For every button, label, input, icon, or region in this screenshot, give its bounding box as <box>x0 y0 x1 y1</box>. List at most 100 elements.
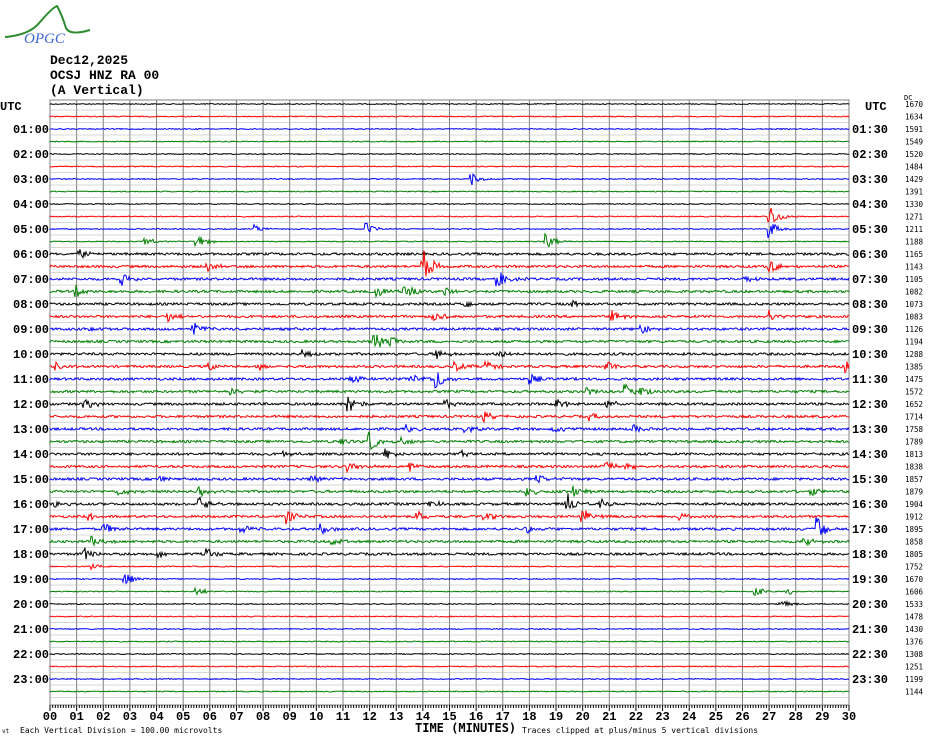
dc-offset-label: 1391 <box>905 188 923 197</box>
x-tick-label: 07 <box>229 710 243 724</box>
dc-offset-label: 1752 <box>905 563 923 572</box>
right-hour-label: 22:30 <box>852 648 888 662</box>
right-hour-label: 12:30 <box>852 398 888 412</box>
right-hour-label: 06:30 <box>852 248 888 262</box>
dc-offset-label: 1805 <box>905 550 923 559</box>
dc-offset-label: 1082 <box>905 288 923 297</box>
left-hour-label: 16:00 <box>13 498 49 512</box>
right-hour-label: 01:30 <box>852 123 888 137</box>
dc-offset-label: 1188 <box>905 238 924 247</box>
dc-offset-label: 1199 <box>905 675 923 684</box>
left-hour-label: 21:00 <box>13 623 49 637</box>
seismic-trace-row <box>49 115 850 118</box>
x-tick-label: 26 <box>735 710 749 724</box>
right-hour-label: 23:30 <box>852 673 888 687</box>
dc-offset-label: 1652 <box>905 400 923 409</box>
left-hour-label: 09:00 <box>13 323 49 337</box>
seismic-trace-row <box>49 677 850 681</box>
dc-offset-label: 1634 <box>905 113 924 122</box>
x-tick-label: 23 <box>655 710 669 724</box>
left-hour-label: 04:00 <box>13 198 49 212</box>
left-hour-label: 08:00 <box>13 298 49 312</box>
dc-offset-label: 1858 <box>905 538 924 547</box>
corner-label: vt <box>2 728 10 735</box>
right-hour-label: 13:30 <box>852 423 888 437</box>
right-hour-label: 03:30 <box>852 173 888 187</box>
dc-offset-label: 1144 <box>905 688 924 697</box>
left-hour-label: 23:00 <box>13 673 49 687</box>
right-hour-label: 18:30 <box>852 548 888 562</box>
dc-offset-label: 1813 <box>905 450 923 459</box>
left-hour-label: 03:00 <box>13 173 49 187</box>
dc-offset-label: 1126 <box>905 325 924 334</box>
dc-offset-label: 1838 <box>905 463 924 472</box>
dc-offset-label: 1478 <box>905 613 924 622</box>
dc-offset-label: 1789 <box>905 438 923 447</box>
dc-offset-label: 1288 <box>905 350 924 359</box>
x-axis-title: TIME (MINUTES) <box>415 721 517 735</box>
x-tick-label: 11 <box>336 710 350 724</box>
x-tick-label: 01 <box>69 710 83 724</box>
x-tick-label: 06 <box>203 710 217 724</box>
left-hour-label: 19:00 <box>13 573 49 587</box>
right-hour-label: 20:30 <box>852 598 888 612</box>
right-hour-label: 09:30 <box>852 323 888 337</box>
x-tick-label: 08 <box>256 710 270 724</box>
dc-offset-label: 1572 <box>905 388 923 397</box>
dc-offset-label: 1143 <box>905 263 923 272</box>
dc-offset-label: 1879 <box>905 488 923 497</box>
clipped-note: Traces clipped at plus/minus 5 vertical … <box>522 726 759 735</box>
division-note: Each Vertical Division = 100.00 microvol… <box>20 726 223 735</box>
right-hour-label: 07:30 <box>852 273 888 287</box>
left-hour-label: 14:00 <box>13 448 49 462</box>
seismic-trace-row <box>49 127 850 131</box>
dc-offset-label: 1194 <box>905 338 924 347</box>
dc-offset-label: 1484 <box>905 163 924 172</box>
dc-offset-label: 1606 <box>905 588 924 597</box>
right-hour-label: 17:30 <box>852 523 888 537</box>
dc-offset-label: 1165 <box>905 250 923 259</box>
right-hour-label: 19:30 <box>852 573 888 587</box>
right-hour-label: 16:30 <box>852 498 888 512</box>
x-tick-label: 05 <box>176 710 190 724</box>
x-tick-label: 30 <box>842 710 856 724</box>
x-tick-label: 20 <box>575 710 589 724</box>
dc-offset-label: 1857 <box>905 475 923 484</box>
x-tick-label: 04 <box>149 710 163 724</box>
dc-offset-label: 1376 <box>905 638 924 647</box>
left-hour-label: 10:00 <box>13 348 49 362</box>
right-hour-label: 04:30 <box>852 198 888 212</box>
x-tick-label: 00 <box>43 710 57 724</box>
right-hour-label: 10:30 <box>852 348 888 362</box>
dc-offset-label: 1251 <box>905 663 923 672</box>
dc-offset-label: 1533 <box>905 600 923 609</box>
x-tick-label: 25 <box>709 710 723 724</box>
right-hour-label: 21:30 <box>852 623 888 637</box>
x-tick-label: 27 <box>762 710 776 724</box>
left-hour-label: 18:00 <box>13 548 49 562</box>
x-tick-label: 19 <box>549 710 563 724</box>
left-hour-label: 11:00 <box>13 373 49 387</box>
seismic-trace-row <box>49 165 850 168</box>
dc-offset-label: 1670 <box>905 575 924 584</box>
dc-offset-label: 1549 <box>905 138 923 147</box>
left-hour-label: 01:00 <box>13 123 49 137</box>
left-hour-label: 22:00 <box>13 648 49 662</box>
x-tick-label: 29 <box>815 710 829 724</box>
dc-offset-label: 1912 <box>905 513 923 522</box>
right-hour-label: 08:30 <box>852 298 888 312</box>
dc-offset-label: 1475 <box>905 375 923 384</box>
dc-offset-label: 1758 <box>905 425 924 434</box>
left-hour-label: 20:00 <box>13 598 49 612</box>
dc-offset-label: 1591 <box>905 125 923 134</box>
x-tick-label: 21 <box>602 710 616 724</box>
left-hour-label: 02:00 <box>13 148 49 162</box>
x-tick-label: 13 <box>389 710 403 724</box>
left-hour-label: 17:00 <box>13 523 49 537</box>
left-hour-label: 06:00 <box>13 248 49 262</box>
x-tick-label: 22 <box>629 710 643 724</box>
dc-offset-label: 1073 <box>905 300 923 309</box>
x-tick-label: 28 <box>789 710 803 724</box>
x-tick-label: 24 <box>682 710 696 724</box>
right-hour-label: 05:30 <box>852 223 888 237</box>
